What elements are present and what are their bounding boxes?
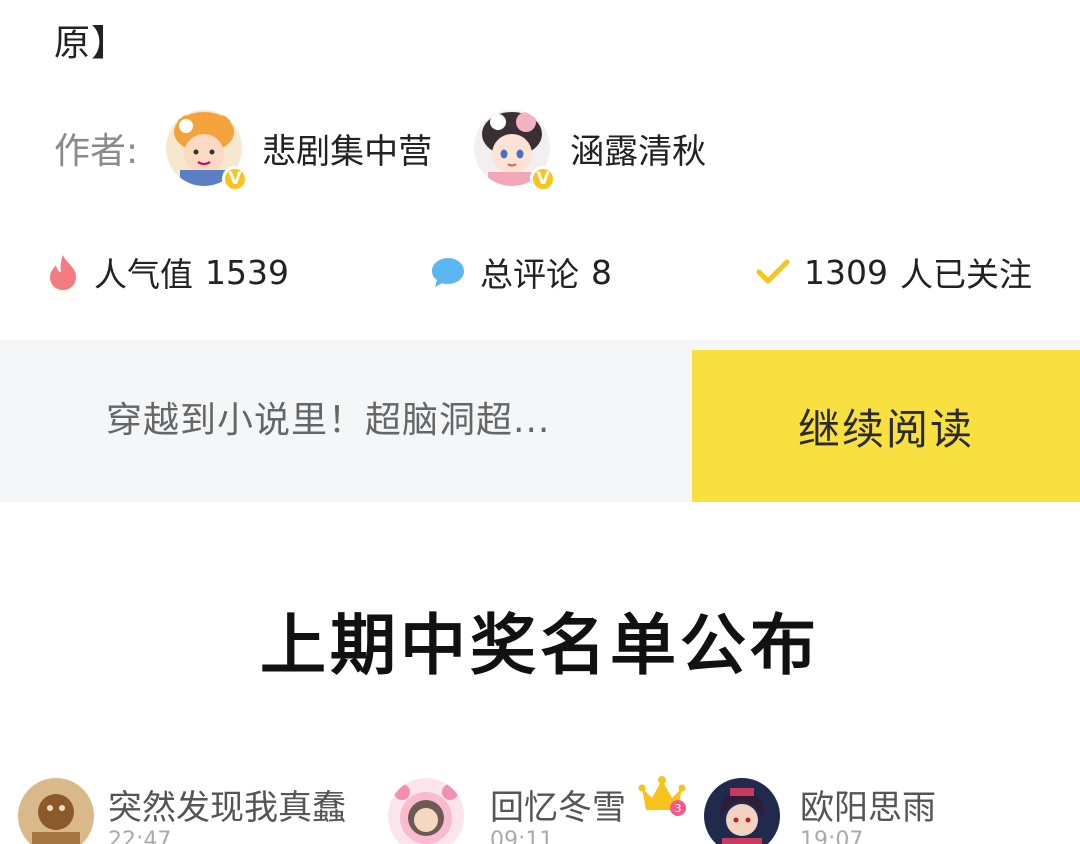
author-name: 悲剧集中营 [262,131,433,172]
chapter-preview-text: 穿越到小说里！超脑洞超... [106,400,551,441]
winner-time: 19:07 [800,828,864,844]
author-name: 涵露清秋 [570,131,707,172]
authors-label: 作者: [54,131,139,172]
continue-reading-bar[interactable]: 穿越到小说里！超脑洞超... 继续阅读 [0,340,1080,502]
winner-time: 09:11 [490,828,554,844]
winner-item[interactable]: 突然发现我真蠢 22:47 [18,772,358,844]
verified-badge: V [222,166,249,192]
flame-icon [50,255,76,290]
followers-value: 1309 [804,252,888,292]
popularity-stat: 人气值 1539 [46,240,289,304]
followers-label: 人已关注 [899,255,1032,294]
avatar [704,778,780,844]
followers-stat: 1309 人已关注 [756,240,1032,304]
authors-row: 作者: V 悲剧集中营 V 涵露清秋 [54,100,748,196]
avatar [388,778,464,844]
stats-row: 人气值 1539 总评论 8 1309 人已关注 [46,240,1046,304]
comments-label: 总评论 [480,255,579,294]
checkmark-icon [756,259,790,284]
author-avatar-wrap: V [166,110,249,192]
crown-level: 3 [675,802,682,815]
avatar [18,778,94,844]
book-title-tail: 原】 [54,23,129,64]
winner-item[interactable]: 回忆冬雪 09:11 3 [386,772,696,844]
winners-title: 上期中奖名单公布 [260,607,820,684]
author-item[interactable]: V 涵露清秋 [474,110,707,192]
winner-name: 欧阳思雨 [800,788,936,828]
winner-name: 回忆冬雪 [490,788,626,828]
winner-item[interactable]: 欧阳思雨 19:07 [704,772,1004,844]
popularity-label: 人气值 [94,255,193,294]
author-item[interactable]: V 悲剧集中营 [166,110,433,192]
author-avatar-wrap: V [474,110,557,192]
comments-value: 8 [591,252,612,292]
comments-stat[interactable]: 总评论 8 [430,240,612,304]
crown-icon: 3 [638,776,686,816]
comment-bubble-icon [432,258,464,287]
popularity-value: 1539 [205,252,289,292]
verified-badge: V [530,166,557,192]
winner-time: 22:47 [108,828,172,844]
continue-reading-button[interactable]: 继续阅读 [692,350,1080,502]
winner-name: 突然发现我真蠢 [108,788,346,828]
book-detail-page: 原】 作者: V 悲剧集中营 V 涵露清秋 人气值 1539 总评论 8 130… [0,0,1080,844]
